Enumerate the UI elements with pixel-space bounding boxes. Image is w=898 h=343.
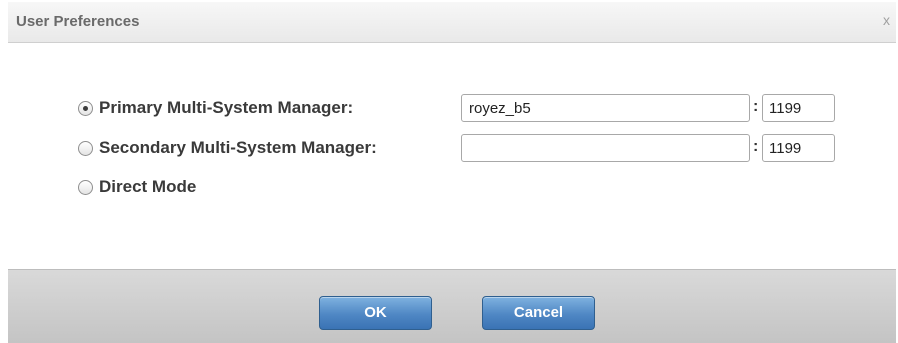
option-primary-row[interactable]: Primary Multi-System Manager:	[78, 95, 353, 121]
secondary-radio[interactable]	[78, 140, 93, 156]
dialog-titlebar: User Preferences x	[8, 2, 896, 43]
ok-button[interactable]: OK	[319, 296, 432, 330]
secondary-port-input[interactable]	[762, 134, 835, 162]
option-secondary-row[interactable]: Secondary Multi-System Manager:	[78, 135, 377, 161]
primary-label[interactable]: Primary Multi-System Manager:	[99, 98, 353, 118]
primary-port-separator: :	[753, 98, 759, 115]
dialog-footer: OK Cancel	[8, 269, 896, 343]
cancel-button[interactable]: Cancel	[482, 296, 595, 330]
direct-label[interactable]: Direct Mode	[99, 177, 196, 197]
direct-radio[interactable]	[78, 179, 93, 195]
secondary-label[interactable]: Secondary Multi-System Manager:	[99, 138, 377, 158]
primary-radio[interactable]	[78, 100, 93, 116]
secondary-port-separator: :	[753, 138, 759, 155]
close-icon[interactable]: x	[883, 12, 890, 28]
dialog-title: User Preferences	[16, 13, 140, 30]
dialog-body: Primary Multi-System Manager: : Secondar…	[8, 43, 896, 269]
secondary-host-input[interactable]	[461, 134, 750, 162]
primary-host-input[interactable]	[461, 94, 750, 122]
option-direct-row[interactable]: Direct Mode	[78, 174, 196, 200]
primary-port-input[interactable]	[762, 94, 835, 122]
user-preferences-dialog: User Preferences x Primary Multi-System …	[8, 2, 896, 343]
